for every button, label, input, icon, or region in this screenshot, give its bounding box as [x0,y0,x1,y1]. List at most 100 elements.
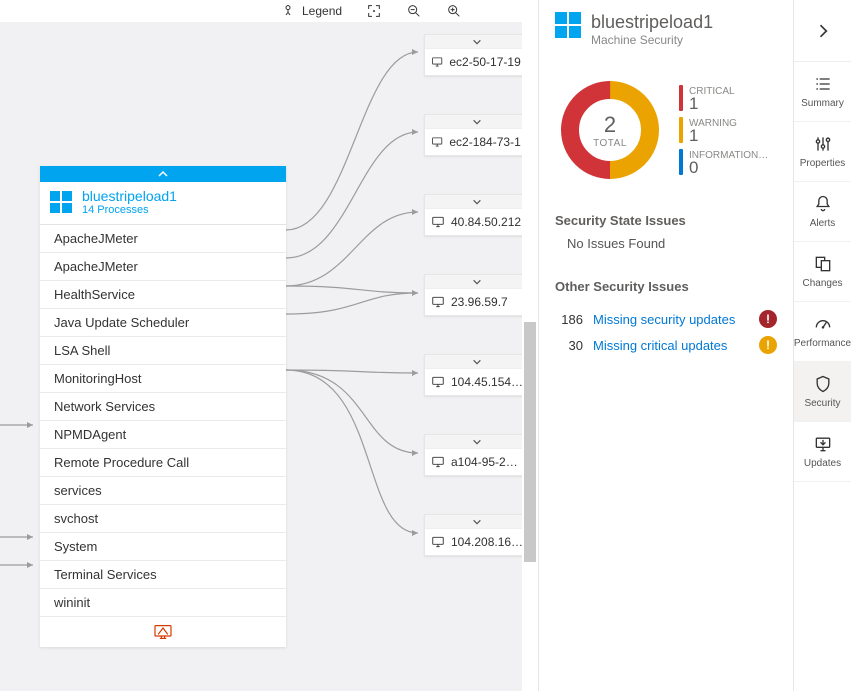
sidebar-item-updates[interactable]: Updates [794,422,851,482]
severity-legend: CRITICAL1 WARNING1 INFORMATION…0 [679,85,768,175]
target-node[interactable]: 104.45.154… [424,354,530,396]
chevron-down-icon [472,37,482,47]
target-node-label: 23.96.59.7 [451,295,508,309]
sidebar-item-label: Changes [802,278,842,289]
process-row[interactable]: wininit [40,589,286,617]
severity-donut-chart: 2 TOTAL [555,75,665,185]
process-row[interactable]: Java Update Scheduler [40,309,286,337]
sidebar-item-label: Alerts [810,218,836,229]
updates-icon [813,434,833,454]
issue-count: 30 [555,338,583,353]
process-panel-title: bluestripeload1 [82,188,177,204]
target-node[interactable]: 104.208.16… [424,514,530,556]
sidebar-item-security[interactable]: Security [794,362,851,422]
target-node[interactable]: ec2-184-73-1… [424,114,530,156]
zoom-in-button[interactable] [446,3,462,19]
legend-label: Legend [302,4,342,18]
legend-critical-value: 1 [689,97,735,111]
node-collapse-button[interactable] [425,275,529,289]
issue-link[interactable]: Missing critical updates [593,338,749,353]
gauge-icon [813,314,833,334]
details-subtitle: Machine Security [591,33,713,47]
process-panel: bluestripeload1 14 Processes ApacheJMete… [40,166,286,647]
sidebar-item-label: Updates [804,458,841,469]
sidebar-item-performance[interactable]: Performance [794,302,851,362]
chevron-down-icon [472,517,482,527]
panel-collapse-button[interactable] [40,166,286,182]
security-issue-row[interactable]: 186Missing security updates [555,306,777,332]
legend-info-value: 0 [689,161,768,175]
sidebar-item-label: Security [804,398,840,409]
process-row[interactable]: LSA Shell [40,337,286,365]
monitor-icon [431,295,445,309]
monitor-icon [431,55,443,69]
sidebar-item-summary[interactable]: Summary [794,62,851,122]
windows-icon [555,12,581,38]
target-node-label: a104-95-2… [451,455,518,469]
right-sidebar: Summary Properties Alerts Changes Performanc… [793,0,851,691]
node-collapse-button[interactable] [425,515,529,529]
security-state-heading: Security State Issues [555,213,777,228]
bell-icon [813,194,833,214]
shield-icon [813,374,833,394]
sidebar-item-changes[interactable]: Changes [794,242,851,302]
security-state-text: No Issues Found [555,228,777,251]
process-row[interactable]: Remote Procedure Call [40,449,286,477]
chevron-down-icon [472,197,482,207]
target-node-label: 104.208.16… [451,535,523,549]
target-node[interactable]: ec2-50-17-19… [424,34,530,76]
details-panel: bluestripeload1 Machine Security 2 TOTAL… [538,0,793,691]
donut-total-value: 2 [604,112,616,138]
windows-icon [50,191,72,213]
target-node-label: 40.84.50.212 [451,215,521,229]
node-collapse-button[interactable] [425,355,529,369]
legend-info-label: INFORMATION… [689,150,768,161]
process-row[interactable]: Network Services [40,393,286,421]
monitor-icon [431,135,443,149]
target-node[interactable]: 40.84.50.212 [424,194,530,236]
chevron-down-icon [472,117,482,127]
legend-button[interactable]: Legend [280,3,342,19]
sidebar-item-label: Performance [794,338,851,349]
node-collapse-button[interactable] [425,435,529,449]
node-collapse-button[interactable] [425,115,529,129]
process-row[interactable]: NPMDAgent [40,421,286,449]
security-issue-row[interactable]: 30 Missing critical updates [555,332,777,358]
target-node-label: ec2-184-73-1… [449,135,523,149]
fit-button[interactable] [366,3,382,19]
process-row[interactable]: HealthService [40,281,286,309]
zoom-out-icon [406,3,422,19]
sidebar-expand-button[interactable] [794,0,851,62]
legend-icon [280,3,296,19]
process-row[interactable]: ApacheJMeter [40,253,286,281]
changes-icon [813,254,833,274]
target-node[interactable]: 23.96.59.7 [424,274,530,316]
zoom-in-icon [446,3,462,19]
sidebar-item-properties[interactable]: Properties [794,122,851,182]
target-node[interactable]: a104-95-2… [424,434,530,476]
canvas-scrollbar[interactable] [522,22,538,691]
monitor-icon [431,455,445,469]
target-node-label: 104.45.154… [451,375,523,389]
details-title: bluestripeload1 [591,12,713,33]
zoom-out-button[interactable] [406,3,422,19]
sidebar-item-label: Properties [800,158,846,169]
panel-alert-icon[interactable] [40,617,286,647]
process-row[interactable]: services [40,477,286,505]
process-row[interactable]: System [40,533,286,561]
other-issues-heading: Other Security Issues [555,279,777,294]
chevron-down-icon [472,437,482,447]
issue-link[interactable]: Missing security updates [593,312,749,327]
process-row[interactable]: ApacheJMeter [40,225,286,253]
severity-badge-icon [759,310,777,328]
process-row[interactable]: svchost [40,505,286,533]
monitor-icon [431,215,445,229]
sidebar-item-alerts[interactable]: Alerts [794,182,851,242]
process-row[interactable]: MonitoringHost [40,365,286,393]
summary-icon [813,74,833,94]
node-collapse-button[interactable] [425,195,529,209]
node-collapse-button[interactable] [425,35,529,49]
chevron-right-icon [813,21,833,41]
process-row[interactable]: Terminal Services [40,561,286,589]
canvas-scrollbar-thumb[interactable] [524,322,536,562]
